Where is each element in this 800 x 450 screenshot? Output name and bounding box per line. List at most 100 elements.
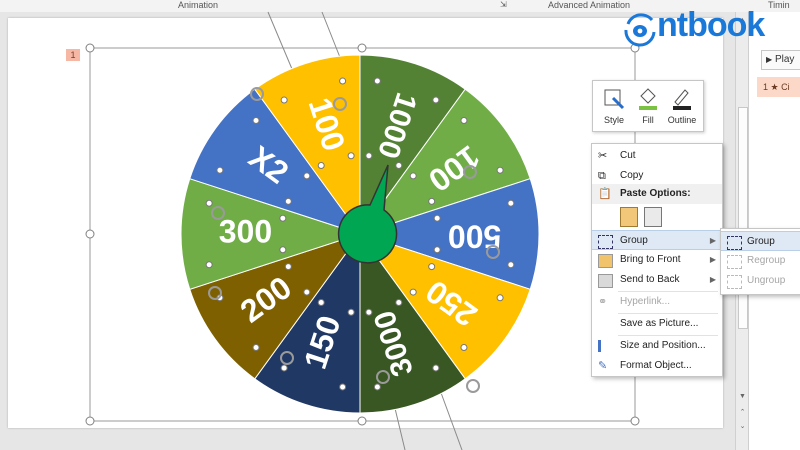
shape-handle[interactable] bbox=[216, 166, 224, 174]
fill-label: Fill bbox=[642, 115, 654, 125]
menu-item-hyperlink: ⚭ Hyperlink... bbox=[592, 292, 722, 312]
brand-logo-text: ntbook bbox=[657, 6, 765, 44]
outline-pen-icon bbox=[673, 89, 691, 110]
scroll-down-icon[interactable]: ▼ bbox=[737, 392, 748, 402]
shape-handle[interactable] bbox=[395, 161, 403, 169]
shape-handle[interactable] bbox=[303, 172, 311, 180]
menu-item-bring-to-front[interactable]: Bring to Front ▶ bbox=[592, 250, 722, 270]
shape-handle[interactable] bbox=[303, 288, 311, 296]
outline-button[interactable]: Outline bbox=[665, 83, 699, 129]
scroll-thumb[interactable] bbox=[738, 107, 748, 329]
wheel-segment-label: 300 bbox=[219, 213, 272, 249]
shape-handle[interactable] bbox=[428, 197, 436, 205]
shape-handle[interactable] bbox=[373, 77, 381, 85]
menu-label: Size and Position... bbox=[620, 340, 706, 351]
ungroup-icon bbox=[727, 275, 742, 289]
menu-header-paste-options: 📋 Paste Options: bbox=[592, 184, 722, 204]
shape-handle[interactable] bbox=[284, 197, 292, 205]
menu-label: Send to Back bbox=[620, 274, 680, 285]
copy-icon: ⧉ bbox=[598, 170, 606, 182]
menu-item-save-as-picture[interactable]: Save as Picture... bbox=[592, 314, 722, 334]
outline-label: Outline bbox=[667, 115, 697, 125]
submenu-arrow-icon: ▶ bbox=[709, 236, 716, 245]
link-icon: ⚭ bbox=[598, 296, 608, 308]
submenu-arrow-icon: ▶ bbox=[709, 275, 716, 284]
format-icon: ✎ bbox=[598, 360, 608, 372]
menu-label: Group bbox=[747, 236, 775, 247]
submenu-item-regroup: Regroup bbox=[721, 251, 800, 271]
paste-icon: 📋 bbox=[598, 188, 612, 200]
submenu-item-ungroup: Ungroup bbox=[721, 271, 800, 291]
menu-item-copy[interactable]: ⧉ Copy bbox=[592, 166, 722, 186]
shape-handle[interactable] bbox=[365, 152, 373, 160]
shape-handle[interactable] bbox=[373, 383, 381, 391]
shape-handle[interactable] bbox=[205, 261, 213, 269]
shape-handle[interactable] bbox=[433, 214, 441, 222]
menu-item-format-object[interactable]: ✎ Format Object... bbox=[592, 356, 722, 376]
menu-item-send-to-back[interactable]: Send to Back ▶ bbox=[592, 270, 722, 290]
menu-label: Cut bbox=[620, 150, 636, 161]
shape-handle[interactable] bbox=[347, 308, 355, 316]
shape-handle[interactable] bbox=[339, 383, 347, 391]
paste-as-picture-icon[interactable] bbox=[644, 207, 662, 227]
shape-handle[interactable] bbox=[507, 199, 515, 207]
group-icon bbox=[598, 235, 613, 249]
shape-handle[interactable] bbox=[395, 299, 403, 307]
shape-handle[interactable] bbox=[280, 364, 288, 372]
next-slide-icon[interactable]: ⌄ bbox=[737, 422, 748, 432]
send-back-icon bbox=[598, 274, 613, 288]
context-menu: ✂ Cut ⧉ Copy 📋 Paste Options: Group ▶ Br… bbox=[591, 143, 723, 377]
shape-handle[interactable] bbox=[284, 263, 292, 271]
shape-handle[interactable] bbox=[280, 96, 288, 104]
shape-handle[interactable] bbox=[409, 288, 417, 296]
shape-handle[interactable] bbox=[460, 344, 468, 352]
scissors-icon: ✂ bbox=[598, 150, 608, 162]
menu-label: Group bbox=[620, 235, 648, 246]
shape-handle[interactable] bbox=[252, 116, 260, 124]
shape-handle[interactable] bbox=[339, 77, 347, 85]
bring-front-icon bbox=[598, 254, 613, 268]
animation-list-item[interactable]: 1 ★ Ci bbox=[757, 77, 800, 97]
menu-label: Ungroup bbox=[747, 275, 786, 286]
menu-label: Bring to Front bbox=[620, 254, 681, 265]
shape-handle[interactable] bbox=[347, 152, 355, 160]
shape-handle[interactable] bbox=[317, 299, 325, 307]
prev-slide-icon[interactable]: ⌃ bbox=[737, 408, 748, 418]
shape-handle[interactable] bbox=[279, 214, 287, 222]
menu-item-group[interactable]: Group ▶ bbox=[592, 230, 722, 250]
menu-label: Format Object... bbox=[620, 360, 692, 371]
shape-handle[interactable] bbox=[409, 172, 417, 180]
style-icon bbox=[604, 89, 625, 110]
style-label: Style bbox=[603, 115, 624, 125]
shape-handle[interactable] bbox=[205, 199, 213, 207]
paste-option-buttons[interactable] bbox=[592, 204, 722, 230]
paste-keep-source-icon[interactable] bbox=[620, 207, 638, 227]
play-icon: ▶ bbox=[766, 55, 773, 64]
shape-handle[interactable] bbox=[317, 161, 325, 169]
shape-handle[interactable] bbox=[432, 364, 440, 372]
brand-logo-icon bbox=[624, 13, 656, 47]
menu-label: Paste Options: bbox=[620, 188, 691, 199]
shape-handle[interactable] bbox=[460, 116, 468, 124]
shape-handle[interactable] bbox=[496, 294, 504, 302]
submenu-item-group[interactable]: Group bbox=[721, 231, 800, 251]
menu-item-cut[interactable]: ✂ Cut bbox=[592, 146, 722, 166]
shape-handle[interactable] bbox=[496, 166, 504, 174]
menu-label: Hyperlink... bbox=[620, 296, 671, 307]
shape-handle[interactable] bbox=[252, 344, 260, 352]
shape-handle[interactable] bbox=[507, 261, 515, 269]
size-position-icon bbox=[598, 340, 614, 352]
fill-button[interactable]: Fill bbox=[631, 83, 665, 129]
shape-handle[interactable] bbox=[433, 246, 441, 254]
shape-handle[interactable] bbox=[279, 246, 287, 254]
menu-label: Save as Picture... bbox=[620, 318, 699, 329]
mini-toolbar: Style Fill Outline bbox=[592, 80, 704, 132]
style-button[interactable]: Style bbox=[597, 83, 631, 129]
fill-bucket-icon bbox=[639, 88, 657, 110]
shape-handle[interactable] bbox=[428, 263, 436, 271]
menu-label: Copy bbox=[620, 170, 644, 181]
shape-handle[interactable] bbox=[365, 308, 373, 316]
shape-handle[interactable] bbox=[432, 96, 440, 104]
menu-item-size-position[interactable]: Size and Position... bbox=[592, 336, 722, 356]
menu-label: Regroup bbox=[747, 255, 786, 266]
